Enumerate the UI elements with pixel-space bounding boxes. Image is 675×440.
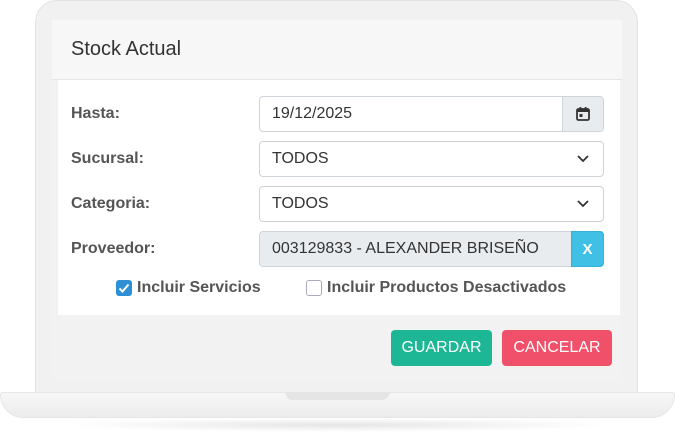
- hasta-date-field[interactable]: 19/12/2025: [259, 96, 604, 132]
- checkbox-unchecked[interactable]: [306, 280, 322, 296]
- calendar-icon: [576, 107, 590, 121]
- dialog-header: Stock Actual: [52, 20, 622, 80]
- proveedor-clear-button[interactable]: X: [571, 231, 604, 267]
- date-picker-button[interactable]: [562, 97, 603, 131]
- dialog-footer: GUARDAR CANCELAR: [52, 315, 622, 380]
- hasta-value: 19/12/2025: [272, 105, 353, 122]
- sucursal-select[interactable]: TODOS: [259, 141, 604, 177]
- checkbox-checked[interactable]: [116, 280, 132, 296]
- sucursal-value: TODOS: [272, 150, 329, 167]
- dialog-body: Hasta: 19/12/2025 Sucursal: TODOS Catego…: [58, 80, 620, 315]
- cancelar-button[interactable]: CANCELAR: [502, 330, 612, 366]
- chevron-down-icon: [577, 200, 589, 208]
- incluir-desactivados-label: Incluir Productos Desactivados: [327, 279, 567, 296]
- categoria-label: Categoria:: [71, 195, 151, 212]
- checkmark-icon: [118, 283, 130, 293]
- chevron-down-icon: [577, 155, 589, 163]
- dialog-title: Stock Actual: [71, 38, 182, 60]
- incluir-servicios-label: Incluir Servicios: [137, 279, 261, 296]
- proveedor-label: Proveedor:: [71, 240, 156, 257]
- categoria-value: TODOS: [272, 195, 329, 212]
- categoria-select[interactable]: TODOS: [259, 186, 604, 222]
- laptop-shadow: [60, 418, 615, 432]
- laptop-notch: [285, 392, 390, 400]
- proveedor-value: 003129833 - ALEXANDER BRISEÑO: [272, 240, 539, 257]
- proveedor-field[interactable]: 003129833 - ALEXANDER BRISEÑO: [259, 231, 572, 267]
- sucursal-label: Sucursal:: [71, 150, 144, 167]
- hasta-label: Hasta:: [71, 105, 120, 122]
- dialog: Stock Actual Hasta: 19/12/2025 Sucursal:…: [52, 20, 622, 380]
- guardar-button[interactable]: GUARDAR: [391, 330, 492, 366]
